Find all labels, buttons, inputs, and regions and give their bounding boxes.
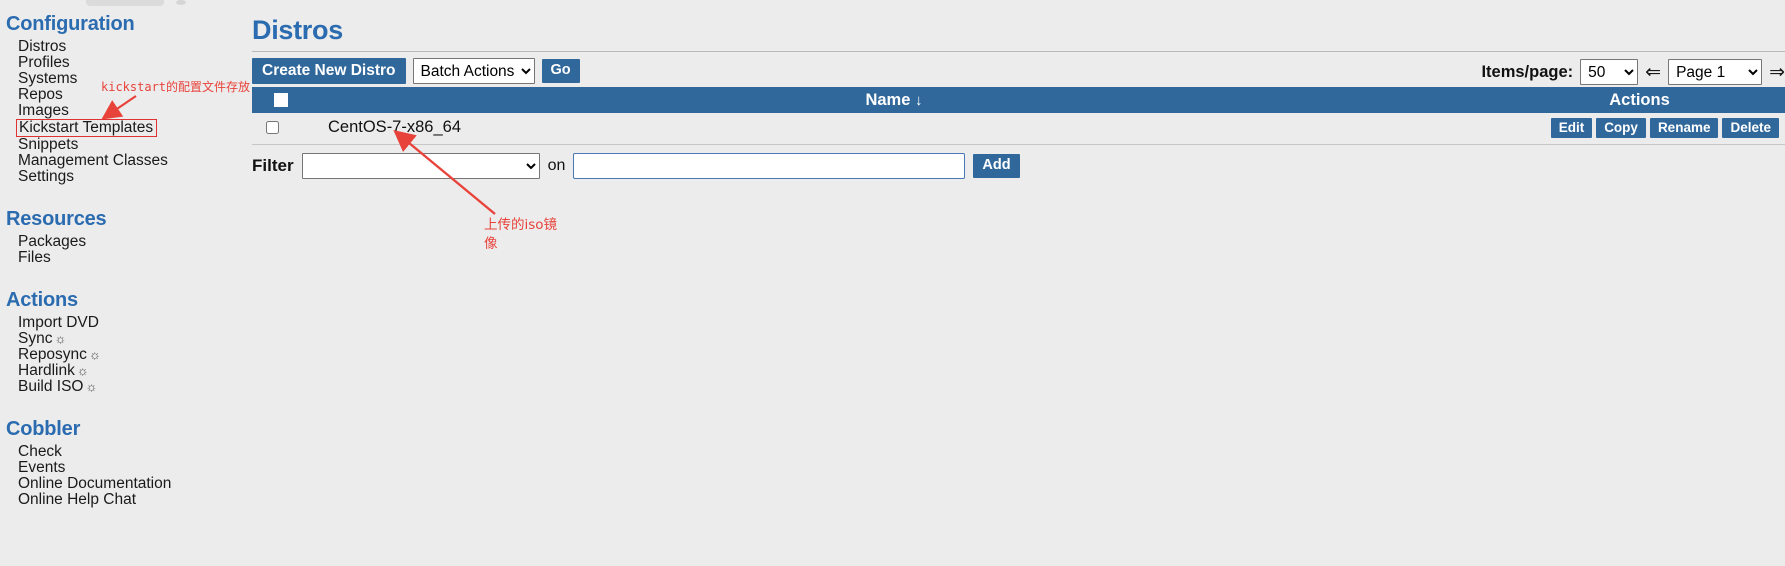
header-name-label: Name bbox=[865, 90, 911, 109]
copy-button[interactable]: Copy bbox=[1596, 117, 1646, 138]
sidebar-list-actions: Import DVD Sync ☼ Reposync ☼ Hardlink ☼ Bui… bbox=[0, 314, 248, 395]
items-per-page-select[interactable]: 50 bbox=[1580, 59, 1639, 85]
sidebar-item-files[interactable]: Files bbox=[0, 249, 248, 266]
sidebar-item-online-documentation[interactable]: Online Documentation bbox=[0, 475, 248, 492]
browser-chrome-strip bbox=[0, 0, 1785, 8]
sidebar-item-profiles[interactable]: Profiles bbox=[0, 54, 248, 71]
sidebar-item-label: Management Classes bbox=[18, 152, 168, 169]
sidebar-item-reposync[interactable]: Reposync ☼ bbox=[0, 346, 248, 363]
annotation-kickstart-note: kickstart的配置文件存放 bbox=[101, 80, 251, 94]
batch-actions-select[interactable]: Batch Actions bbox=[412, 58, 535, 84]
sidebar-section-title-resources: Resources bbox=[6, 208, 107, 230]
page-title: Distros bbox=[252, 15, 343, 45]
header-select-all-cell bbox=[252, 87, 294, 113]
sidebar-item-build-iso[interactable]: Build ISO ☼ bbox=[0, 378, 248, 395]
select-all-checkbox[interactable] bbox=[274, 93, 288, 108]
rename-button[interactable]: Rename bbox=[1649, 117, 1719, 138]
table-bottom-divider bbox=[252, 144, 1785, 145]
items-per-page-label: Items/page: bbox=[1481, 62, 1574, 81]
filter-row: Filter on Add bbox=[252, 153, 1785, 179]
sidebar-item-kickstart-templates[interactable]: Kickstart Templates bbox=[16, 119, 158, 137]
main-content: Distros Create New Distro Batch Actions … bbox=[252, 14, 1785, 179]
filter-label: Filter bbox=[252, 156, 294, 175]
sidebar-list-cobbler: Check Events Online Documentation Online… bbox=[0, 443, 248, 508]
row-name-cell: CentOS-7-x86_64 bbox=[294, 113, 1494, 142]
sidebar-item-label: Kickstart Templates bbox=[19, 119, 154, 136]
annotation-iso-note: 上传的iso镜像 bbox=[484, 217, 558, 252]
gear-icon: ☼ bbox=[88, 347, 101, 362]
row-select-cell bbox=[252, 113, 294, 142]
sidebar-item-distros[interactable]: Distros bbox=[0, 38, 248, 55]
sort-descending-icon: ↓ bbox=[915, 91, 923, 109]
prev-page-arrow-icon[interactable]: ⇐ bbox=[1645, 63, 1661, 82]
sidebar-item-label: Images bbox=[18, 102, 69, 119]
row-action-buttons: Edit Copy Rename Delete bbox=[1550, 117, 1779, 138]
sidebar-item-label: Snippets bbox=[18, 136, 79, 153]
edit-button[interactable]: Edit bbox=[1550, 117, 1593, 138]
toolbar-left-group: Create New Distro Batch Actions Go bbox=[252, 58, 580, 84]
filter-value-input[interactable] bbox=[573, 153, 966, 179]
browser-control-ghost bbox=[176, 0, 186, 5]
sidebar-item-check[interactable]: Check bbox=[0, 443, 248, 460]
sidebar-item-label: Import DVD bbox=[18, 314, 99, 331]
row-actions-cell: Edit Copy Rename Delete bbox=[1494, 113, 1785, 142]
sidebar-item-label: Files bbox=[18, 249, 51, 266]
row-checkbox[interactable] bbox=[266, 121, 279, 135]
go-button[interactable]: Go bbox=[541, 59, 580, 83]
header-actions-label: Actions bbox=[1609, 90, 1670, 109]
create-new-distro-button[interactable]: Create New Distro bbox=[252, 58, 406, 84]
sidebar-item-label: Build ISO bbox=[18, 378, 84, 395]
gear-icon: ☼ bbox=[54, 331, 67, 346]
sidebar-item-images[interactable]: Images bbox=[0, 102, 248, 119]
sidebar-item-label: Reposync bbox=[18, 346, 87, 363]
sidebar-item-label: Settings bbox=[18, 168, 75, 185]
browser-tab-ghost bbox=[86, 0, 164, 6]
sidebar-item-label: Profiles bbox=[18, 54, 70, 71]
toolbar: Create New Distro Batch Actions Go Items… bbox=[252, 51, 1785, 85]
sidebar-item-label: Sync bbox=[18, 330, 53, 347]
sidebar-item-settings[interactable]: Settings bbox=[0, 168, 248, 185]
sidebar-item-packages[interactable]: Packages bbox=[0, 233, 248, 250]
sidebar-item-import-dvd[interactable]: Import DVD bbox=[0, 314, 248, 331]
sidebar-item-kickstart-templates-wrap: Kickstart Templates bbox=[0, 119, 248, 137]
sidebar-item-label: Check bbox=[18, 443, 62, 460]
sidebar-item-label: Hardlink bbox=[18, 362, 75, 379]
sidebar-section-title-cobbler: Cobbler bbox=[6, 418, 81, 440]
distro-name: CentOS-7-x86_64 bbox=[328, 118, 461, 136]
table-header-row: Name ↓ Actions bbox=[252, 87, 1785, 113]
delete-button[interactable]: Delete bbox=[1722, 117, 1779, 138]
header-actions-cell: Actions bbox=[1494, 87, 1785, 113]
table-body: CentOS-7-x86_64 Edit Copy Rename Delete bbox=[252, 113, 1785, 142]
sidebar-section-title-configuration: Configuration bbox=[6, 13, 135, 35]
sidebar-item-online-help-chat[interactable]: Online Help Chat bbox=[0, 491, 248, 508]
next-page-arrow-icon[interactable]: ⇒ bbox=[1769, 63, 1785, 82]
gear-icon: ☼ bbox=[76, 363, 89, 378]
pagination-controls: Items/page: 50 ⇐ Page 1 ⇒ bbox=[1481, 59, 1785, 85]
page-root: Configuration Distros Profiles Systems R… bbox=[0, 0, 1785, 566]
filter-field-select[interactable] bbox=[301, 153, 540, 179]
sidebar-section-title-actions: Actions bbox=[6, 289, 78, 311]
filter-on-label: on bbox=[547, 157, 566, 174]
add-filter-button[interactable]: Add bbox=[973, 154, 1020, 178]
sidebar-item-label: Online Help Chat bbox=[18, 491, 137, 508]
sidebar-item-label: Events bbox=[18, 459, 66, 476]
sidebar-item-label: Packages bbox=[18, 233, 87, 250]
gear-icon: ☼ bbox=[85, 379, 98, 394]
sidebar-item-snippets[interactable]: Snippets bbox=[0, 136, 248, 153]
sidebar-item-label: Online Documentation bbox=[18, 475, 172, 492]
sidebar-item-management-classes[interactable]: Management Classes bbox=[0, 152, 248, 169]
sidebar-item-hardlink[interactable]: Hardlink ☼ bbox=[0, 362, 248, 379]
sidebar-item-label: Repos bbox=[18, 86, 63, 103]
sidebar-list-configuration: Distros Profiles Systems Repos Images Ki… bbox=[0, 38, 248, 185]
sidebar-item-sync[interactable]: Sync ☼ bbox=[0, 330, 248, 347]
table-row: CentOS-7-x86_64 Edit Copy Rename Delete bbox=[252, 113, 1785, 142]
table-head: Name ↓ Actions bbox=[252, 87, 1785, 113]
sidebar-item-label: Systems bbox=[18, 70, 78, 87]
header-name-cell[interactable]: Name ↓ bbox=[294, 87, 1494, 113]
sidebar-item-events[interactable]: Events bbox=[0, 459, 248, 476]
sidebar-list-resources: Packages Files bbox=[0, 233, 248, 266]
sidebar-item-label: Distros bbox=[18, 38, 67, 55]
page-select[interactable]: Page 1 bbox=[1668, 59, 1763, 85]
distros-table: Name ↓ Actions CentOS-7-x86_64 Edit Copy… bbox=[252, 87, 1785, 142]
